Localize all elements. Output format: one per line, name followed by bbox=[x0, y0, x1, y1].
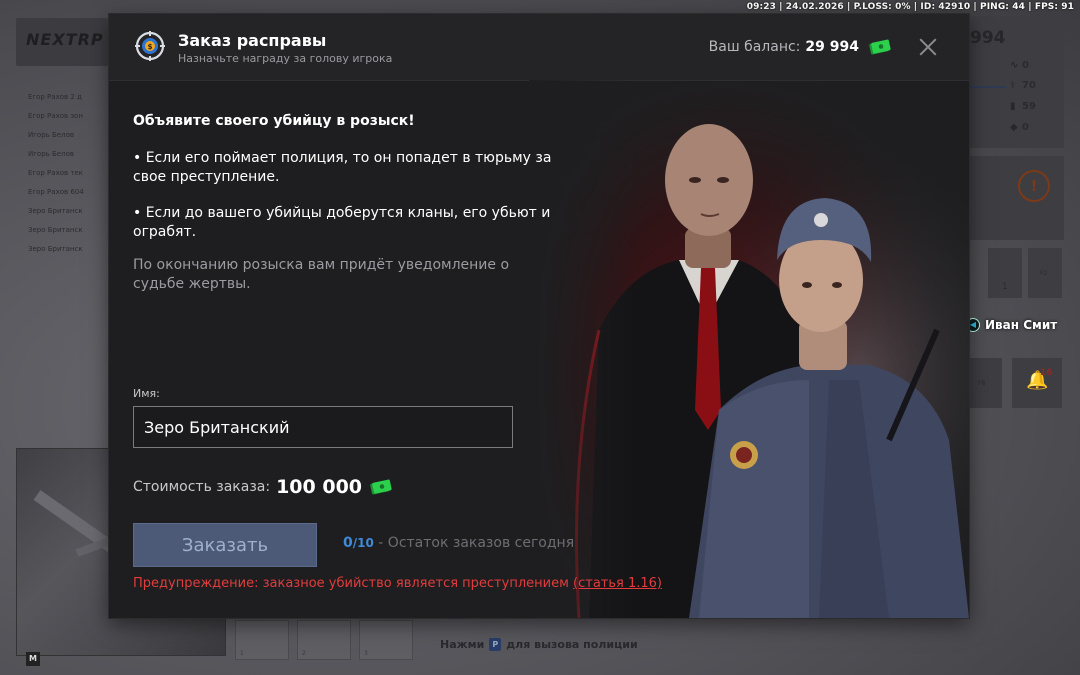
hud-money: 994 bbox=[970, 28, 1006, 48]
info-bullet-police: • Если его поймает полиция, то он попаде… bbox=[133, 150, 552, 185]
orders-used: 0 bbox=[343, 535, 353, 551]
list-item: Зеро Британск bbox=[28, 245, 83, 253]
order-button[interactable]: Заказать bbox=[133, 523, 317, 567]
list-item: Егор Рахов тек bbox=[28, 169, 83, 177]
modal-heading: Объявите своего убийцу в розыск! bbox=[133, 113, 415, 129]
inventory-slot-2[interactable]: 2 bbox=[297, 620, 351, 660]
inventory-slot-3[interactable]: 3 bbox=[359, 620, 413, 660]
modal-subtitle: Назначьте награду за голову игрока bbox=[178, 52, 393, 65]
info-note: По окончанию розыска вам придёт уведомле… bbox=[133, 257, 510, 292]
orders-text: - Остаток заказов сегодня bbox=[373, 535, 575, 551]
crime-warning: Предупреждение: заказное убийство являет… bbox=[133, 576, 662, 591]
money-icon bbox=[370, 479, 392, 495]
target-money-icon: $ bbox=[135, 31, 165, 61]
bottle-icon: ▮ bbox=[1010, 101, 1016, 112]
list-item: Зеро Британск bbox=[28, 226, 83, 234]
notification-count: 16 bbox=[1040, 368, 1053, 378]
balance-value: 29 994 bbox=[805, 39, 859, 55]
modal-header: $ Заказ расправы Назначьте награду за го… bbox=[109, 14, 969, 81]
target-name-input[interactable] bbox=[133, 406, 513, 448]
hud-slot-f2[interactable]: F2 bbox=[1028, 248, 1062, 298]
pulse-icon: ∿ bbox=[1010, 60, 1019, 71]
orders-total: /10 bbox=[352, 536, 374, 550]
list-item: Егор Рахов зон bbox=[28, 112, 83, 120]
balance-label: Ваш баланс: bbox=[708, 39, 801, 55]
background-chat-list: Егор Рахов 2 д Егор Рахов зон Игорь Бело… bbox=[28, 88, 84, 259]
server-logo: NEXTRP bbox=[26, 30, 104, 49]
name-label: Имя: bbox=[133, 387, 160, 400]
hud-stat-pulse: ∿ 0 bbox=[1010, 60, 1029, 71]
bounty-order-modal: $ Заказ расправы Назначьте награду за го… bbox=[109, 14, 969, 618]
notifications-button[interactable]: 🔔 bbox=[1012, 358, 1062, 408]
minimap-key: M bbox=[26, 652, 40, 666]
status-bar: 09:23 | 24.02.2026 | P.LOSS: 0% | ID: 42… bbox=[746, 2, 1074, 12]
balance: Ваш баланс: 29 994 bbox=[709, 39, 891, 55]
list-item: Игорь Белов bbox=[28, 150, 74, 158]
police-hint: Нажми P для вызова полиции bbox=[440, 638, 638, 651]
voice-player-name: Иван Смит bbox=[985, 318, 1058, 332]
orders-remaining: 0/10 - Остаток заказов сегодня bbox=[343, 535, 574, 551]
hud-slot-money[interactable]: 1 bbox=[988, 248, 1022, 298]
hud-slot-f8[interactable]: F8 bbox=[968, 358, 1002, 408]
price-value: 100 000 bbox=[276, 476, 363, 498]
price-label: Стоимость заказа: bbox=[133, 479, 271, 495]
shield-icon: ◆ bbox=[1010, 122, 1018, 133]
hitman-and-police-artwork bbox=[529, 80, 969, 618]
hud-stat-hunger: ⚕ 70 bbox=[1010, 80, 1036, 91]
hud-stat-armor: ◆ 0 bbox=[1010, 122, 1029, 133]
fork-icon: ⚕ bbox=[1010, 80, 1016, 91]
svg-text:$: $ bbox=[148, 43, 153, 51]
key-p-icon: P bbox=[489, 638, 502, 651]
law-article-link[interactable]: (статья 1.16) bbox=[573, 576, 662, 591]
inventory-slot-1[interactable]: 1 bbox=[235, 620, 289, 660]
modal-title: Заказ расправы bbox=[178, 31, 327, 50]
list-item: Егор Рахов 2 д bbox=[28, 93, 82, 101]
warning-text: Предупреждение: заказное убийство являет… bbox=[133, 576, 574, 591]
close-button[interactable] bbox=[917, 36, 939, 58]
money-icon bbox=[869, 39, 891, 55]
order-price: Стоимость заказа: 100 000 bbox=[133, 476, 392, 498]
list-item: Егор Рахов 604 bbox=[28, 188, 84, 196]
info-bullet-clans: • Если до вашего убийцы доберутся кланы,… bbox=[133, 205, 551, 240]
voice-indicator: ◀ Иван Смит bbox=[966, 318, 1057, 332]
list-item: Игорь Белов bbox=[28, 131, 74, 139]
hud-bar bbox=[970, 86, 1006, 88]
list-item: Зеро Британск bbox=[28, 207, 83, 215]
hud-weapon-panel bbox=[968, 156, 1064, 240]
warning-icon: ! bbox=[1018, 170, 1050, 202]
hud-stat-thirst: ▮ 59 bbox=[1010, 101, 1036, 112]
